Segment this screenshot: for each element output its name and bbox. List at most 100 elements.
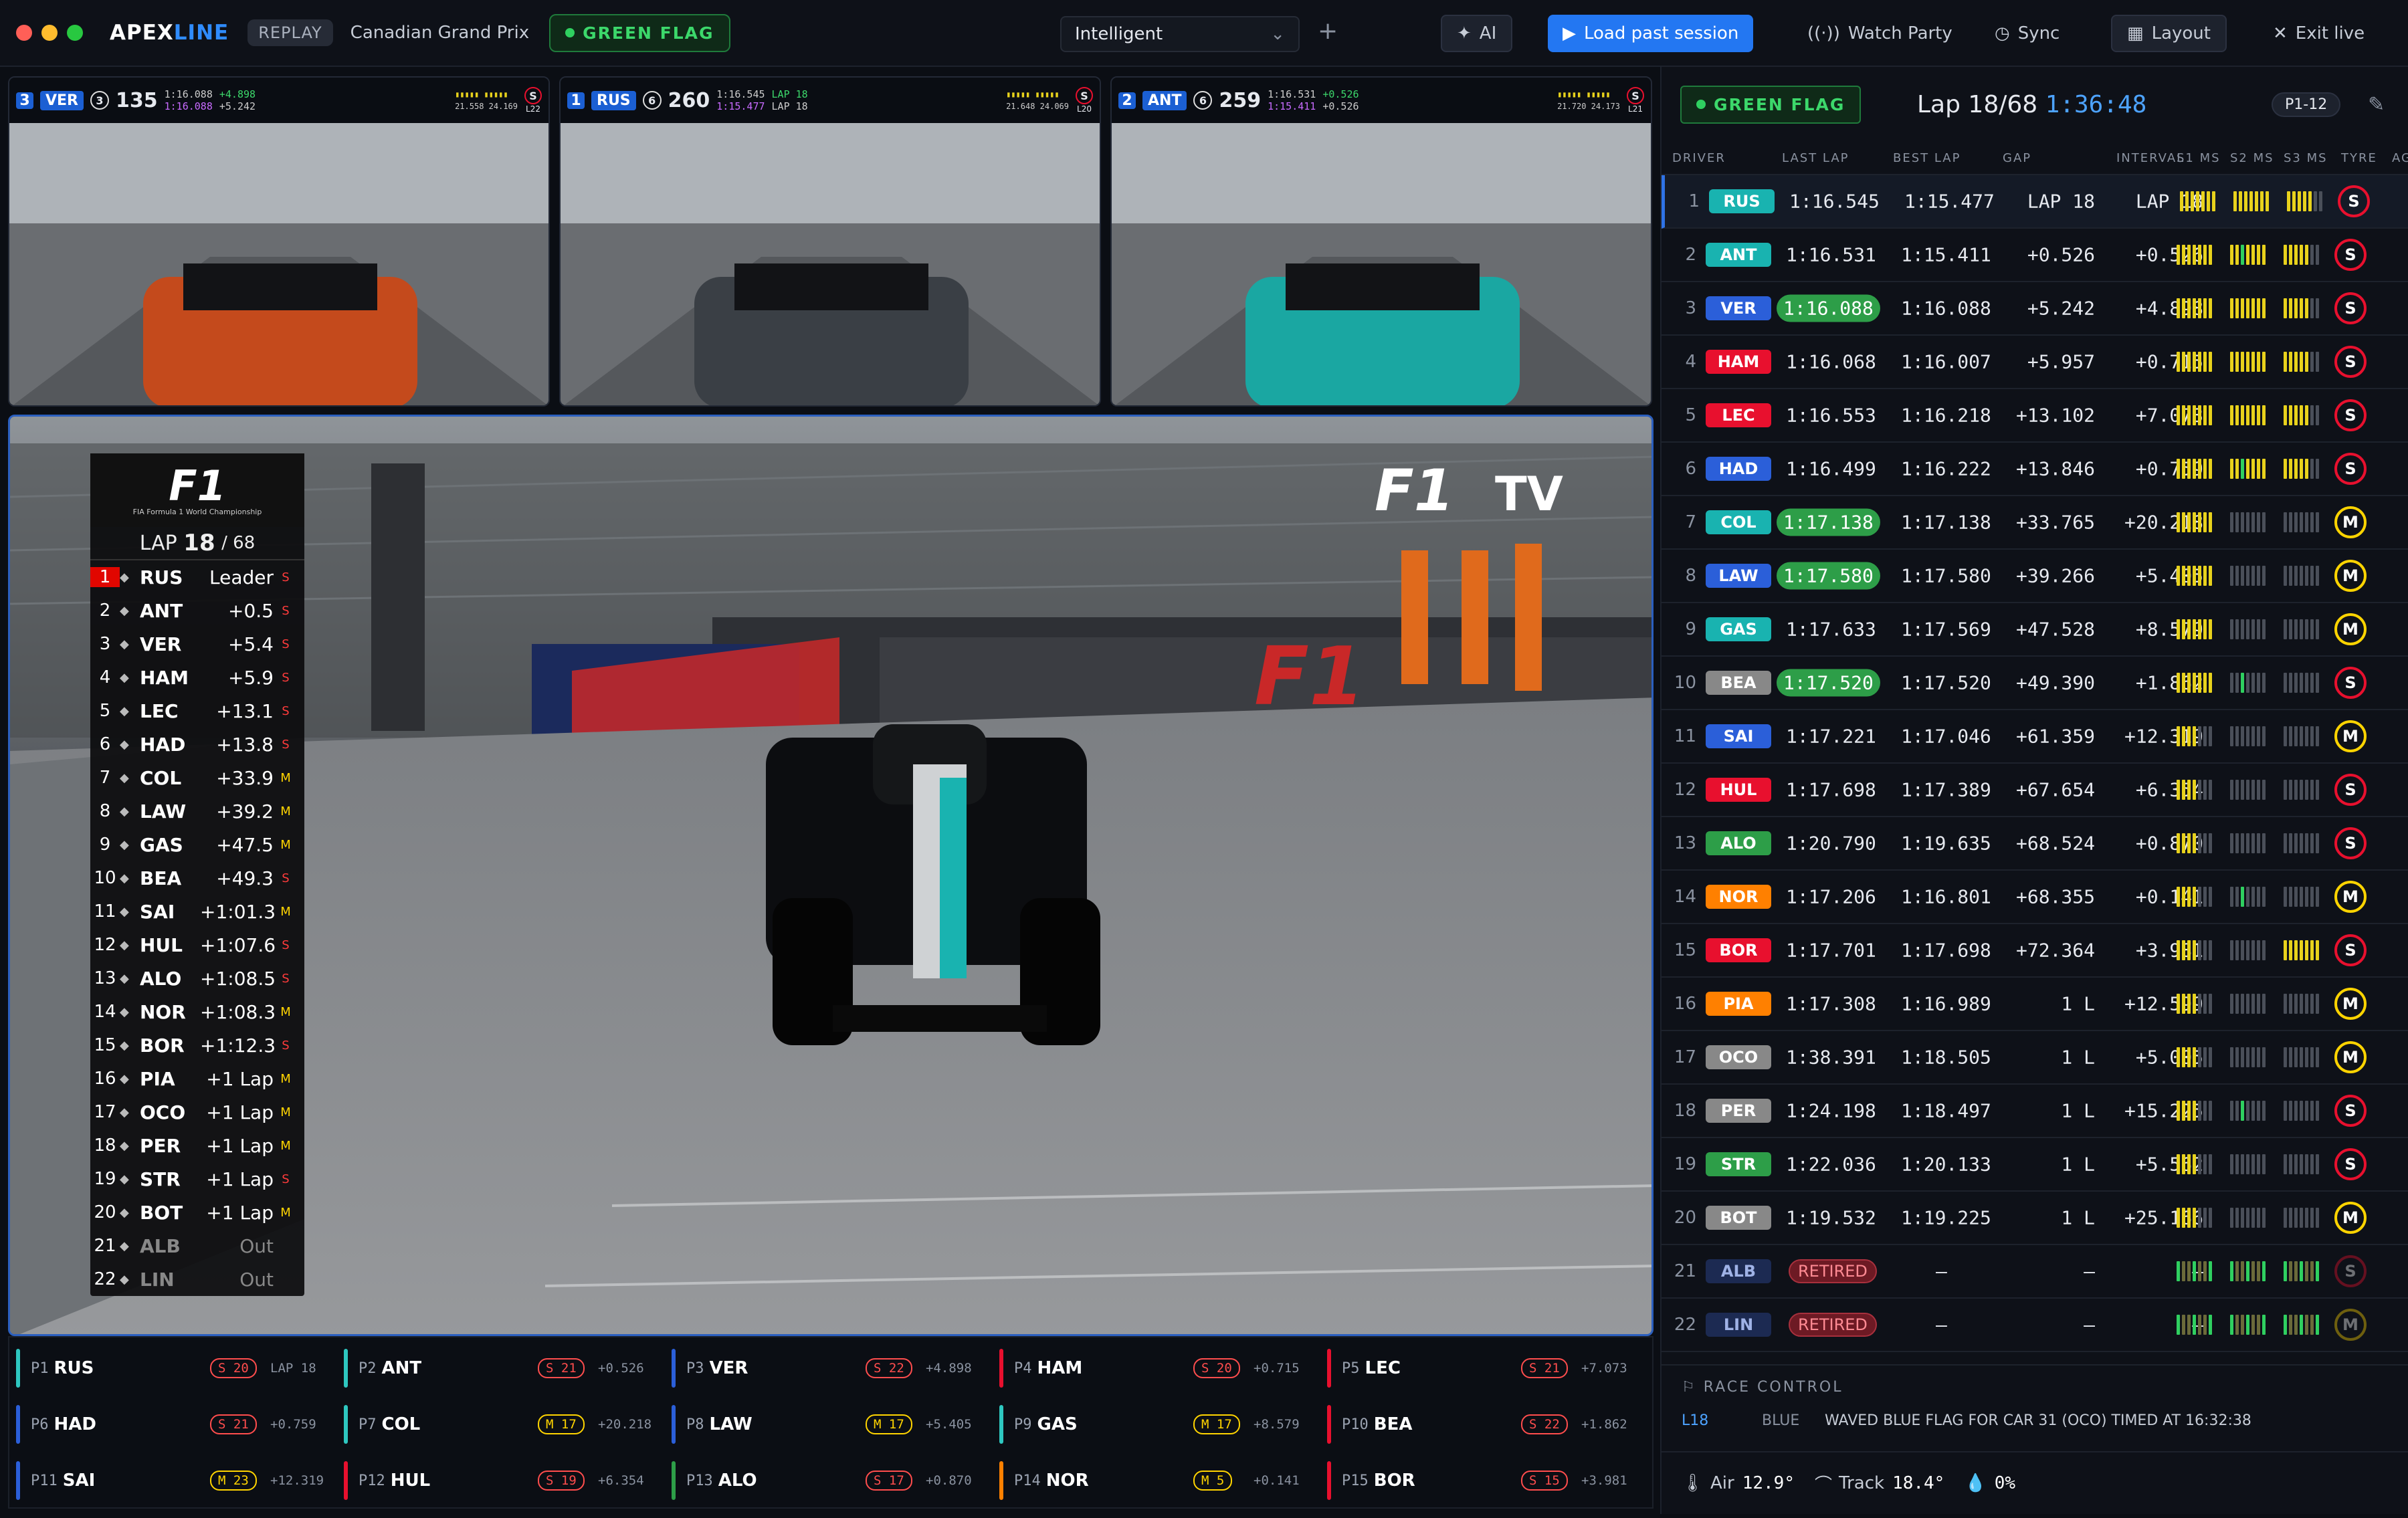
timing-row[interactable]: 8 LAW 1:17.580 1:17.580 +39.266 +5.405 M <box>1662 550 2408 603</box>
timing-row[interactable]: 6 HAD 1:16.499 1:16.222 +13.846 +0.759 S <box>1662 443 2408 496</box>
tower-row: 17 ◆ OCO +1 Lap M <box>90 1095 304 1129</box>
ai-button[interactable]: ✦ AI <box>1441 15 1513 52</box>
exit-live-button[interactable]: ✕ Exit live <box>2258 15 2379 52</box>
app-logo: APEXLINE <box>110 21 229 45</box>
last-lap: 1:17.701 <box>1786 939 1876 962</box>
timing-row[interactable]: 21ALBRETIRED–––S <box>1662 1245 2408 1299</box>
ticker-item[interactable]: P14 NOR M 5 +0.141 <box>999 1452 1320 1509</box>
onboard-camera-ver[interactable]: 3 VER 3 135 1:16.088 1:16.088 +4.898 +5.242 ▮▮▮▮… <box>8 76 550 407</box>
tower-tyre: S <box>282 737 290 752</box>
ticker-item[interactable]: P1 RUS S 20 LAP 18 <box>16 1340 337 1396</box>
position-range-selector[interactable]: P1-12 <box>2272 92 2341 117</box>
tyre-icon: M <box>2334 1041 2367 1073</box>
view-mode-select[interactable]: Intelligent ⌄ <box>1060 16 1300 52</box>
timing-row[interactable]: 17 OCO 1:38.391 1:18.505 1 L +5.005 M <box>1662 1031 2408 1085</box>
best-lap: 1:17.698 <box>1901 939 1991 962</box>
onboard-camera-ant[interactable]: 2 ANT 6 259 1:16.531 1:15.411 +0.526 +0.526 ▮▮▮▮… <box>1110 76 1652 407</box>
ticker-item[interactable]: P10 BEA S 22 +1.862 <box>1327 1396 1648 1452</box>
tower-row: 18 ◆ PER +1 Lap M <box>90 1129 304 1162</box>
tower-driver-code: GAS <box>140 833 183 856</box>
timing-row[interactable]: 12 HUL 1:17.698 1:17.389 +67.654 +6.354 S <box>1662 764 2408 817</box>
main-video-feed[interactable]: F1 F1 TV F1 FIA Formula 1 World Champion… <box>8 415 1653 1336</box>
minisector-bars <box>2284 833 2319 853</box>
timing-row[interactable]: 2 ANT 1:16.531 1:15.411 +0.526 +0.526 S <box>1662 229 2408 282</box>
tower-tyre: S <box>282 637 290 651</box>
gap: +0.526 <box>2027 243 2095 266</box>
ticker-item[interactable]: P3 VER S 22 +4.898 <box>672 1340 993 1396</box>
ticker-tyre-badge: M 17 <box>1193 1414 1240 1434</box>
tyre-icon: S <box>2334 1148 2367 1180</box>
team-color-bar <box>672 1349 676 1388</box>
ticker-item[interactable]: P15 BOR S 15 +3.981 <box>1327 1452 1648 1509</box>
watch-party-button[interactable]: ((·)) Watch Party <box>1793 15 1967 52</box>
timing-row[interactable]: 5 LEC 1:16.553 1:16.218 +13.102 +7.073 S <box>1662 389 2408 443</box>
timing-row[interactable]: 7 COL 1:17.138 1:17.138 +33.765 +20.218 M <box>1662 496 2408 550</box>
timing-row[interactable]: 20 BOT 1:19.532 1:19.225 1 L +25.166 M <box>1662 1192 2408 1245</box>
sector-values: 21.558 24.169 <box>455 102 518 111</box>
svg-text:F1: F1 <box>1375 457 1454 524</box>
tower-rows: 1 ◆ RUS Leader S 2 ◆ ANT +0.5 S 3 ◆ VER +5.4 S 4 ◆ HAM +5.… <box>90 560 304 1296</box>
timing-row[interactable]: 11 SAI 1:17.221 1:17.046 +61.359 +12.319 M <box>1662 710 2408 764</box>
ticker-item[interactable]: P12 HUL S 19 +6.354 <box>344 1452 665 1509</box>
timing-row[interactable]: 15 BOR 1:17.701 1:17.698 +72.364 +3.981 S <box>1662 924 2408 978</box>
edit-icon[interactable]: ✎ <box>2368 93 2385 116</box>
onboard-video <box>1112 123 1651 405</box>
sync-button[interactable]: ◷ Sync <box>1980 15 2074 52</box>
ticker-item[interactable]: P2 ANT S 21 +0.526 <box>344 1340 665 1396</box>
team-color-bar <box>999 1461 1003 1500</box>
position: 14 <box>1674 887 1696 907</box>
ticker-tyre-badge: S 21 <box>210 1414 257 1434</box>
close-window-button[interactable] <box>16 25 32 41</box>
team-logo-icon: ◆ <box>120 1172 129 1186</box>
layout-button[interactable]: ▦ Layout <box>2111 15 2227 52</box>
ticker-item[interactable]: P5 LEC S 21 +7.073 <box>1327 1340 1648 1396</box>
ticker-tyre-badge: M 17 <box>538 1414 585 1434</box>
ticker-position: P5 <box>1342 1360 1360 1377</box>
driver-code-badge: SAI <box>1706 724 1771 748</box>
gap: LAP 18 <box>2027 190 2095 213</box>
timing-row[interactable]: 9 GAS 1:17.633 1:17.569 +47.528 +8.579 M <box>1662 603 2408 657</box>
timing-row[interactable]: 4 HAM 1:16.068 1:16.007 +5.957 +0.715 S <box>1662 336 2408 389</box>
onboard-camera-rus[interactable]: 1 RUS 6 260 1:16.545 1:15.477 LAP 18 LAP 18 ▮▮▮▮… <box>559 76 1101 407</box>
minimize-window-button[interactable] <box>41 25 58 41</box>
timing-row[interactable]: 22LINRETIRED–––M <box>1662 1299 2408 1352</box>
timing-row[interactable]: 13 ALO 1:20.790 1:19.635 +68.524 +0.870 S <box>1662 817 2408 871</box>
ticker-item[interactable]: P11 SAI M 23 +12.319 <box>16 1452 337 1509</box>
timing-row[interactable]: 3 VER 1:16.088 1:16.088 +5.242 +4.898 S <box>1662 282 2408 336</box>
load-past-session-button[interactable]: ▶ Load past session <box>1548 15 1754 52</box>
add-view-button[interactable]: + <box>1318 17 1338 45</box>
ticker-driver-code: ALO <box>718 1471 757 1491</box>
minisector-bars <box>2177 780 2212 800</box>
tower-row: 13 ◆ ALO +1:08.5 S <box>90 962 304 995</box>
gap: +67.654 <box>2015 778 2095 801</box>
ticker-item[interactable]: P13 ALO S 17 +0.870 <box>672 1452 993 1509</box>
ticker-item[interactable]: P7 COL M 17 +20.218 <box>344 1396 665 1452</box>
gap: +68.355 <box>2015 885 2095 908</box>
ticker-item[interactable]: P8 LAW M 17 +5.405 <box>672 1396 993 1452</box>
gap: – <box>2084 1260 2095 1283</box>
timing-row[interactable]: 18 PER 1:24.198 1:18.497 1 L +15.225 S <box>1662 1085 2408 1138</box>
ticker-item[interactable]: P9 GAS M 17 +8.579 <box>999 1396 1320 1452</box>
ticker-tyre-badge: S 15 <box>1521 1471 1568 1491</box>
gap: +13.102 <box>2015 404 2095 427</box>
tower-tyre: S <box>282 971 290 986</box>
team-color-bar <box>999 1349 1003 1388</box>
last-lap: 1:17.698 <box>1786 778 1876 801</box>
camera-position: 1 <box>567 92 585 109</box>
timing-row[interactable]: 10 BEA 1:17.520 1:17.520 +49.390 +1.862 S <box>1662 657 2408 710</box>
tower-gap: +1:01.3 <box>200 900 276 923</box>
timing-row[interactable]: 1 RUS 1:16.545 1:15.477 LAP 18 LAP 18 S <box>1662 175 2408 229</box>
tower-position: 22 <box>94 1269 116 1289</box>
team-logo-icon: ◆ <box>120 1272 129 1287</box>
tower-position: 16 <box>94 1069 116 1089</box>
ticker-gap: +0.870 <box>926 1473 972 1488</box>
ticker-item[interactable]: P6 HAD S 21 +0.759 <box>16 1396 337 1452</box>
maximize-window-button[interactable] <box>67 25 83 41</box>
timing-row[interactable]: 16 PIA 1:17.308 1:16.989 1 L +12.599 M <box>1662 978 2408 1031</box>
timing-row[interactable]: 19 STR 1:22.036 1:20.133 1 L +5.562 S <box>1662 1138 2408 1192</box>
team-color-bar <box>1327 1349 1331 1388</box>
ticker-item[interactable]: P4 HAM S 20 +0.715 <box>999 1340 1320 1396</box>
tower-position: 12 <box>94 935 116 955</box>
gear-indicator: 6 <box>1193 91 1213 110</box>
timing-row[interactable]: 14 NOR 1:17.206 1:16.801 +68.355 +0.141 M <box>1662 871 2408 924</box>
